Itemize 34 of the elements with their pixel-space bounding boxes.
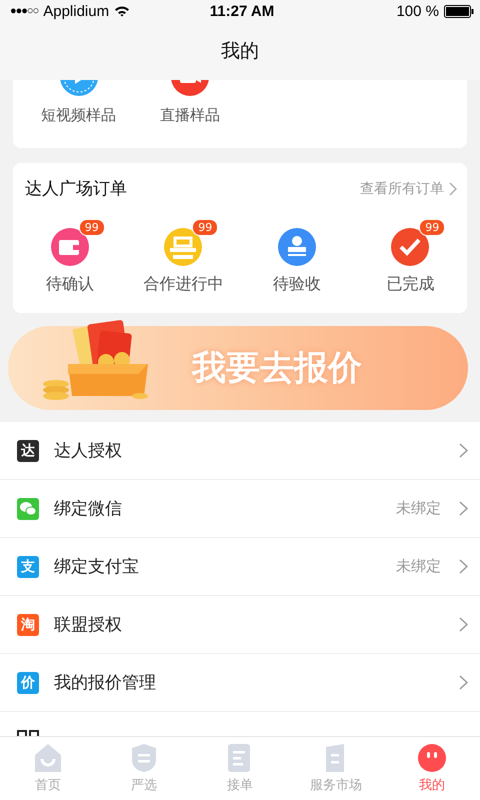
app-badge-icon: 达 (17, 440, 39, 462)
shield-icon (129, 743, 159, 773)
menu-item[interactable]: 达 达人授权 (0, 422, 480, 480)
signal-strength: ●●●○○ (10, 5, 38, 17)
menu-item[interactable]: 绑定微信 未绑定 (0, 480, 480, 538)
page-title: 我的 (221, 39, 259, 64)
section-title: 达人广场订单 (25, 178, 127, 200)
stamp-icon (278, 228, 316, 266)
smiley-face-icon (417, 743, 447, 773)
order-status-item[interactable]: 待验收 (240, 218, 354, 295)
order-status-item[interactable]: 99 合作进行中 (126, 218, 240, 295)
app-badge-icon: 支 (17, 556, 39, 578)
count-badge: 99 (78, 219, 105, 236)
battery-icon (444, 4, 474, 18)
binding-status: 未绑定 (396, 557, 441, 576)
order-status-item[interactable]: 99 已完成 (354, 218, 467, 295)
menu-item[interactable]: 价 我的报价管理 (0, 654, 480, 712)
order-status-item[interactable]: 99 待确认 (13, 218, 126, 295)
home-icon (33, 743, 63, 773)
carrier-name: Applidium (43, 2, 110, 20)
chat-bubbles-icon (17, 498, 39, 520)
menu-item[interactable]: 支 绑定支付宝 未绑定 (0, 538, 480, 596)
menu-item[interactable]: 淘 联盟授权 (0, 596, 480, 654)
sample-item[interactable]: 直播样品 (160, 80, 220, 148)
binding-status: 未绑定 (396, 499, 441, 518)
sample-item[interactable]: 短视频样品 (41, 80, 116, 148)
count-badge: 99 (192, 219, 218, 236)
chevron-icon (449, 182, 457, 196)
count-badge: 99 (419, 219, 446, 236)
battery-level: 100 % (396, 2, 439, 20)
app-badge-icon: 价 (17, 672, 39, 694)
app-badge-icon: 淘 (17, 614, 39, 636)
wifi-icon (114, 5, 130, 17)
clock: 11:27 AM (210, 2, 274, 20)
